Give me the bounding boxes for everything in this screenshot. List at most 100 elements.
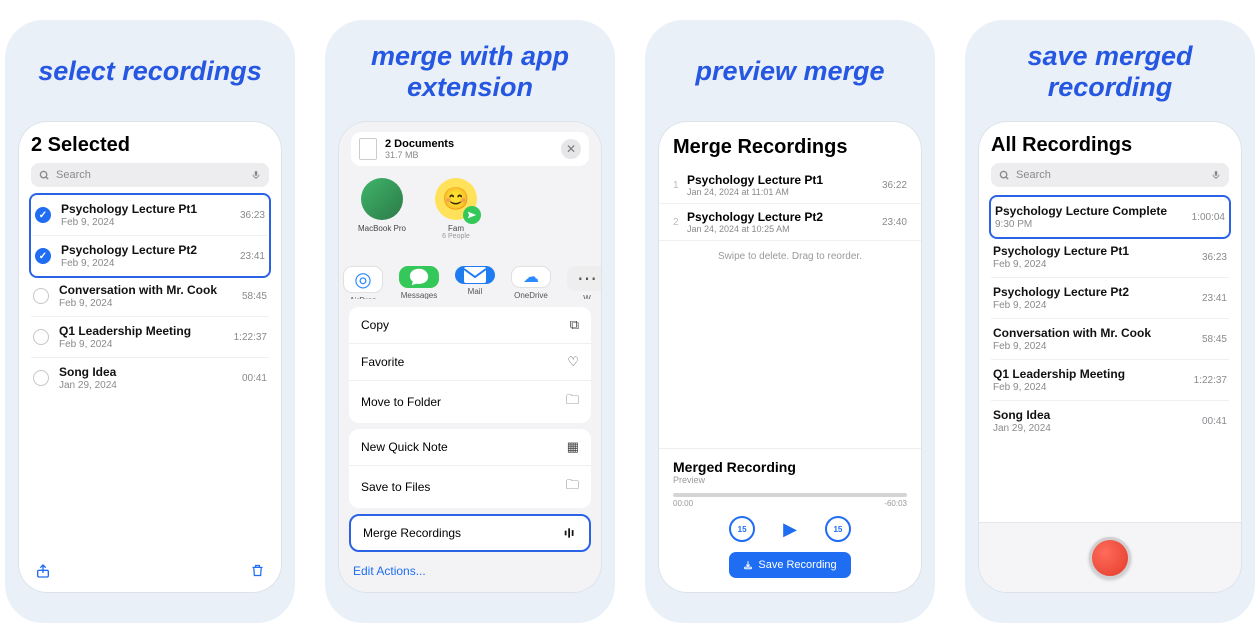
- item-date: Feb 9, 2024: [61, 258, 234, 269]
- playback-controls: 15 ▶ 15: [673, 516, 907, 542]
- action-label: Move to Folder: [361, 395, 441, 409]
- app-messages[interactable]: Messages: [399, 266, 439, 289]
- merge-item[interactable]: 2 Psychology Lecture Pt2 Jan 24, 2024 at…: [659, 204, 921, 241]
- item-index: 2: [673, 217, 687, 228]
- item-duration: 58:45: [1202, 334, 1227, 345]
- share-target-fam[interactable]: 😊 Fam 6 People: [431, 178, 481, 240]
- note-icon: ▦: [567, 439, 579, 455]
- close-button[interactable]: ✕: [561, 139, 581, 159]
- selection-count-header: 2 Selected: [31, 134, 269, 157]
- share-target-macbook[interactable]: MacBook Pro: [357, 178, 407, 240]
- item-title: Psychology Lecture Pt2: [61, 243, 234, 257]
- list-item[interactable]: Q1 Leadership Meeting Feb 9, 2024 1:22:3…: [991, 360, 1229, 401]
- list-item[interactable]: Psychology Lecture Pt1 Feb 9, 2024 36:23: [991, 237, 1229, 278]
- action-label: New Quick Note: [361, 440, 448, 454]
- app-airdrop[interactable]: ◎ AirDrop: [343, 266, 383, 289]
- device-icon: [361, 178, 403, 220]
- action-merge-recordings[interactable]: Merge Recordings: [351, 516, 589, 550]
- target-sub: 6 People: [442, 233, 470, 240]
- item-duration: 1:22:37: [1194, 375, 1227, 386]
- panel-title: merge with app extension: [339, 40, 601, 104]
- target-label: MacBook Pro: [358, 224, 406, 233]
- merge-item[interactable]: 1 Psychology Lecture Pt1 Jan 24, 2024 at…: [659, 167, 921, 204]
- item-title: Q1 Leadership Meeting: [59, 324, 228, 338]
- item-title: Song Idea: [993, 408, 1196, 422]
- item-date: Feb 9, 2024: [59, 298, 236, 309]
- item-date: Feb 9, 2024: [61, 217, 234, 228]
- panel-title: save merged recording: [979, 40, 1241, 104]
- item-duration: 00:41: [242, 373, 267, 384]
- item-date: 9:30 PM: [995, 219, 1186, 230]
- item-title: Conversation with Mr. Cook: [59, 283, 236, 297]
- time-elapsed: 00:00: [673, 499, 693, 508]
- search-input[interactable]: Search: [991, 163, 1229, 187]
- phone-screen-1: 2 Selected Search Psychology Lecture Pt1: [19, 122, 281, 592]
- skip-forward-button[interactable]: 15: [825, 516, 851, 542]
- panel-select-recordings: select recordings 2 Selected Search Psy: [5, 20, 295, 623]
- all-recordings-header: All Recordings: [991, 134, 1229, 157]
- list-item[interactable]: Psychology Lecture Pt2 Feb 9, 2024 23:41: [33, 236, 267, 276]
- app-row[interactable]: ◎ AirDrop Messages Mail ☁ OneDrive ⋯: [339, 256, 601, 299]
- action-move-folder[interactable]: Move to Folder 🗀: [349, 381, 591, 423]
- checkbox-icon[interactable]: [35, 248, 51, 264]
- contact-icon: 😊: [435, 178, 477, 220]
- panel-title: preview merge: [695, 40, 884, 104]
- phone-screen-4: All Recordings Search Psychology Lecture…: [979, 122, 1241, 592]
- checkbox-icon[interactable]: [33, 370, 49, 386]
- save-recording-button[interactable]: Save Recording: [729, 552, 850, 578]
- time-remaining: -60:03: [884, 499, 907, 508]
- action-label: Favorite: [361, 355, 404, 369]
- list-item[interactable]: Song Idea Jan 29, 2024 00:41: [991, 401, 1229, 441]
- app-onedrive[interactable]: ☁ OneDrive: [511, 266, 551, 289]
- play-button[interactable]: ▶: [783, 519, 797, 540]
- reorder-hint: Swipe to delete. Drag to reorder.: [659, 241, 921, 272]
- checkbox-icon[interactable]: [33, 329, 49, 345]
- item-duration: 00:41: [1202, 416, 1227, 427]
- list-item[interactable]: Psychology Lecture Complete 9:30 PM 1:00…: [993, 197, 1227, 237]
- item-duration: 58:45: [242, 291, 267, 302]
- app-more[interactable]: ⋯ W: [567, 266, 601, 289]
- list-item[interactable]: Psychology Lecture Pt1 Feb 9, 2024 36:23: [33, 195, 267, 236]
- list-item[interactable]: Psychology Lecture Pt2 Feb 9, 2024 23:41: [991, 278, 1229, 319]
- item-duration: 36:23: [240, 210, 265, 221]
- panel-preview-merge: preview merge Merge Recordings 1 Psychol…: [645, 20, 935, 623]
- search-input[interactable]: Search: [31, 163, 269, 187]
- share-icon[interactable]: [35, 562, 51, 580]
- list-item[interactable]: Conversation with Mr. Cook Feb 9, 2024 5…: [31, 276, 269, 317]
- checkbox-icon[interactable]: [35, 207, 51, 223]
- recordings-list: Psychology Lecture Pt1 Feb 9, 2024 36:23…: [31, 193, 269, 398]
- item-duration: 1:00:04: [1192, 212, 1225, 223]
- item-date: Jan 29, 2024: [993, 423, 1196, 434]
- action-copy[interactable]: Copy ⧉: [349, 307, 591, 344]
- doc-title: 2 Documents: [385, 138, 553, 150]
- document-header: 2 Documents 31.7 MB ✕: [351, 132, 589, 166]
- action-quick-note[interactable]: New Quick Note ▦: [349, 429, 591, 466]
- actions-list: Copy ⧉ Favorite ♡ Move to Folder 🗀 New Q…: [339, 299, 601, 592]
- list-item[interactable]: Song Idea Jan 29, 2024 00:41: [31, 358, 269, 398]
- action-favorite[interactable]: Favorite ♡: [349, 344, 591, 381]
- microphone-icon[interactable]: [1211, 169, 1221, 181]
- microphone-icon[interactable]: [251, 169, 261, 181]
- copy-icon: ⧉: [570, 317, 579, 333]
- app-mail[interactable]: Mail: [455, 266, 495, 289]
- record-button[interactable]: [1089, 537, 1131, 579]
- item-title: Psychology Lecture Complete: [995, 204, 1186, 218]
- download-icon: [743, 560, 753, 570]
- folder-icon: 🗀: [566, 476, 579, 498]
- selected-group-highlight: Psychology Lecture Pt1 Feb 9, 2024 36:23…: [29, 193, 271, 278]
- item-duration: 36:22: [882, 180, 907, 191]
- item-index: 1: [673, 180, 687, 191]
- list-item[interactable]: Conversation with Mr. Cook Feb 9, 2024 5…: [991, 319, 1229, 360]
- phone-screen-2: 2 Documents 31.7 MB ✕ MacBook Pro 😊: [339, 122, 601, 592]
- trash-icon[interactable]: [250, 562, 265, 580]
- skip-back-button[interactable]: 15: [729, 516, 755, 542]
- list-item[interactable]: Q1 Leadership Meeting Feb 9, 2024 1:22:3…: [31, 317, 269, 358]
- action-label: Save to Files: [361, 480, 430, 494]
- item-title: Q1 Leadership Meeting: [993, 367, 1188, 381]
- edit-actions-link[interactable]: Edit Actions...: [349, 558, 591, 578]
- progress-bar[interactable]: [673, 493, 907, 497]
- item-title: Psychology Lecture Pt2: [687, 210, 882, 224]
- save-label: Save Recording: [758, 559, 836, 571]
- checkbox-icon[interactable]: [33, 288, 49, 304]
- action-save-files[interactable]: Save to Files 🗀: [349, 466, 591, 508]
